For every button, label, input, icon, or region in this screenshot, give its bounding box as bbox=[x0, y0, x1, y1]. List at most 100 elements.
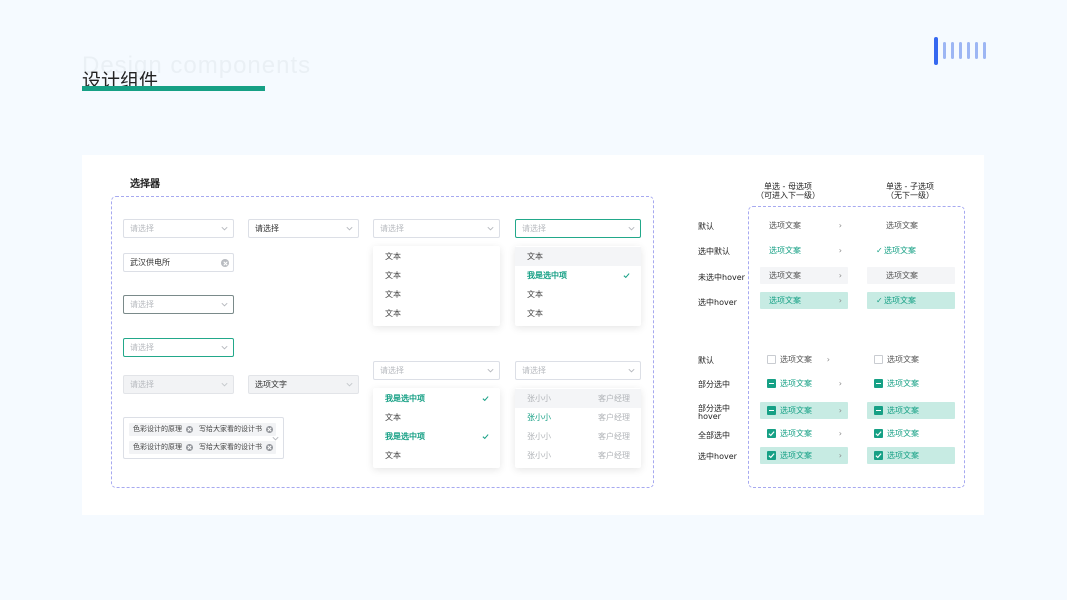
select-clearable[interactable]: 武汉供电所 bbox=[123, 253, 234, 272]
tag: 写给大家看的设计书 bbox=[195, 423, 276, 436]
tag-label: 写给大家看的设计书 bbox=[199, 425, 262, 433]
option-label: 我是选中项 bbox=[385, 432, 425, 441]
tag-label: 色彩设计的原理 bbox=[133, 425, 182, 433]
check-icon bbox=[482, 433, 489, 440]
tag: 色彩设计的原理 bbox=[129, 423, 196, 436]
tag-close-icon[interactable] bbox=[186, 444, 193, 451]
dropdown-option-selected[interactable]: 我是选中项 bbox=[515, 266, 641, 285]
select-disabled: 请选择 bbox=[123, 375, 234, 394]
state-label: 全部选中 bbox=[698, 431, 730, 440]
tag-close-icon[interactable] bbox=[186, 426, 193, 433]
cascader-option-selected-hover[interactable]: 选项文案 › bbox=[760, 292, 848, 309]
dropdown-panel-desc: 张小小 客户经理 张小小 客户经理 张小小 客户经理 张小小 客户经理 bbox=[515, 388, 641, 468]
chevron-down-icon bbox=[345, 224, 354, 233]
checkbox-option-default[interactable]: 选项文案 › bbox=[760, 351, 848, 368]
chevron-right-icon: › bbox=[826, 355, 830, 364]
select-hover[interactable]: 请选择 bbox=[248, 219, 359, 238]
checkbox-checked-icon bbox=[767, 429, 776, 438]
clear-icon[interactable] bbox=[221, 259, 229, 267]
dropdown-option[interactable]: 张小小 客户经理 bbox=[515, 446, 641, 465]
select-multiple[interactable]: 请选择 bbox=[373, 361, 500, 380]
checkbox-option-checked[interactable]: 选项文案 › bbox=[760, 425, 848, 442]
checkbox-option-partial[interactable]: 选项文案 › bbox=[760, 375, 848, 392]
dropdown-option-selected[interactable]: 张小小 客户经理 bbox=[515, 408, 641, 427]
chevron-down-icon bbox=[220, 380, 229, 389]
dropdown-option[interactable]: 文本 bbox=[373, 408, 500, 427]
dropdown-option-selected[interactable]: 我是选中项 bbox=[373, 389, 500, 408]
dropdown-option[interactable]: 文本 bbox=[373, 247, 500, 266]
option-desc: 客户经理 bbox=[598, 451, 630, 460]
chevron-down-icon bbox=[271, 434, 280, 443]
column-header-parent: 单选 - 母选项 （可进入下一级） bbox=[756, 182, 820, 200]
check-icon bbox=[623, 272, 630, 279]
dropdown-panel: 文本 文本 文本 文本 bbox=[373, 246, 500, 326]
state-label: 部分选中 bbox=[698, 380, 730, 389]
chevron-down-icon bbox=[486, 366, 495, 375]
checkbox-child-checked-hover[interactable]: 选项文案 bbox=[867, 447, 955, 464]
checkbox-indeterminate-icon bbox=[874, 406, 883, 415]
cascader-option-default[interactable]: 选项文案 › bbox=[760, 217, 848, 234]
checkbox-child-checked[interactable]: 选项文案 bbox=[867, 425, 955, 442]
checkbox-indeterminate-icon bbox=[767, 406, 776, 415]
chevron-right-icon: › bbox=[838, 246, 842, 255]
dropdown-option[interactable]: 文本 bbox=[373, 266, 500, 285]
select-open-focused[interactable]: 请选择 bbox=[515, 219, 641, 238]
select-open[interactable]: 请选择 bbox=[373, 219, 500, 238]
state-label: 未选中hover bbox=[698, 273, 745, 282]
dropdown-option[interactable]: 文本 bbox=[515, 285, 641, 304]
chevron-down-icon bbox=[627, 366, 636, 375]
cascader-child-selected[interactable]: ✓选项文案 bbox=[867, 242, 955, 259]
cascader-child-default[interactable]: 选项文案 bbox=[867, 217, 955, 234]
check-icon bbox=[482, 395, 489, 402]
dropdown-option[interactable]: 文本 bbox=[373, 304, 500, 323]
dropdown-option[interactable]: 文本 bbox=[515, 247, 641, 266]
state-label: 选中hover bbox=[698, 298, 737, 307]
option-name: 张小小 bbox=[527, 451, 551, 460]
cascader-option-hover[interactable]: 选项文案 › bbox=[760, 267, 848, 284]
tag: 写给大家看的设计书 bbox=[195, 441, 276, 454]
checkbox-icon bbox=[767, 355, 776, 364]
checkbox-option-checked-hover[interactable]: 选项文案 › bbox=[760, 447, 848, 464]
state-label: 默认 bbox=[698, 356, 714, 365]
dropdown-option[interactable]: 张小小 客户经理 bbox=[515, 427, 641, 446]
chevron-right-icon: › bbox=[838, 379, 842, 388]
cascader-child-hover[interactable]: 选项文案 bbox=[867, 267, 955, 284]
chevron-down-icon bbox=[486, 224, 495, 233]
cascader-option-selected[interactable]: 选项文案 › bbox=[760, 242, 848, 259]
select-placeholder: 请选择 bbox=[380, 366, 404, 375]
select-value: 武汉供电所 bbox=[130, 258, 170, 267]
checkbox-child-partial[interactable]: 选项文案 bbox=[867, 375, 955, 392]
option-name: 张小小 bbox=[527, 394, 551, 403]
option-desc: 客户经理 bbox=[598, 394, 630, 403]
chevron-down-icon bbox=[220, 224, 229, 233]
checkbox-child-default[interactable]: 选项文案 bbox=[867, 351, 955, 368]
tag-close-icon[interactable] bbox=[266, 426, 273, 433]
option-label: 我是选中项 bbox=[385, 394, 425, 403]
select-placeholder: 请选择 bbox=[380, 224, 404, 233]
checkbox-checked-icon bbox=[874, 451, 883, 460]
checkbox-option-partial-hover[interactable]: 选项文案 › bbox=[760, 402, 848, 419]
state-label: 选中hover bbox=[698, 452, 737, 461]
option-label: 我是选中项 bbox=[527, 271, 567, 280]
tag: 色彩设计的原理 bbox=[129, 441, 196, 454]
tag-close-icon[interactable] bbox=[266, 444, 273, 451]
dropdown-option[interactable]: 文本 bbox=[515, 304, 641, 323]
select-with-desc[interactable]: 请选择 bbox=[515, 361, 641, 380]
option-desc: 客户经理 bbox=[598, 413, 630, 422]
dropdown-option-selected[interactable]: 我是选中项 bbox=[373, 427, 500, 446]
tag-label: 写给大家看的设计书 bbox=[199, 443, 262, 451]
select-placeholder: 请选择 bbox=[130, 343, 154, 352]
dropdown-option[interactable]: 文本 bbox=[373, 446, 500, 465]
chevron-right-icon: › bbox=[838, 296, 842, 305]
select-value: 选项文字 bbox=[255, 380, 287, 389]
cascader-child-selected-hover[interactable]: ✓选项文案 bbox=[867, 292, 955, 309]
select-default[interactable]: 请选择 bbox=[123, 219, 234, 238]
checkbox-child-partial-hover[interactable]: 选项文案 bbox=[867, 402, 955, 419]
select-placeholder: 请选择 bbox=[522, 224, 546, 233]
chevron-right-icon: › bbox=[838, 406, 842, 415]
dropdown-option[interactable]: 文本 bbox=[373, 285, 500, 304]
tag-select-box[interactable]: 色彩设计的原理 写给大家看的设计书 色彩设计的原理 写给大家看的设计书 bbox=[123, 417, 284, 459]
select-hovered[interactable]: 请选择 bbox=[123, 295, 234, 314]
state-label: 默认 bbox=[698, 222, 714, 231]
select-focused[interactable]: 请选择 bbox=[123, 338, 234, 357]
